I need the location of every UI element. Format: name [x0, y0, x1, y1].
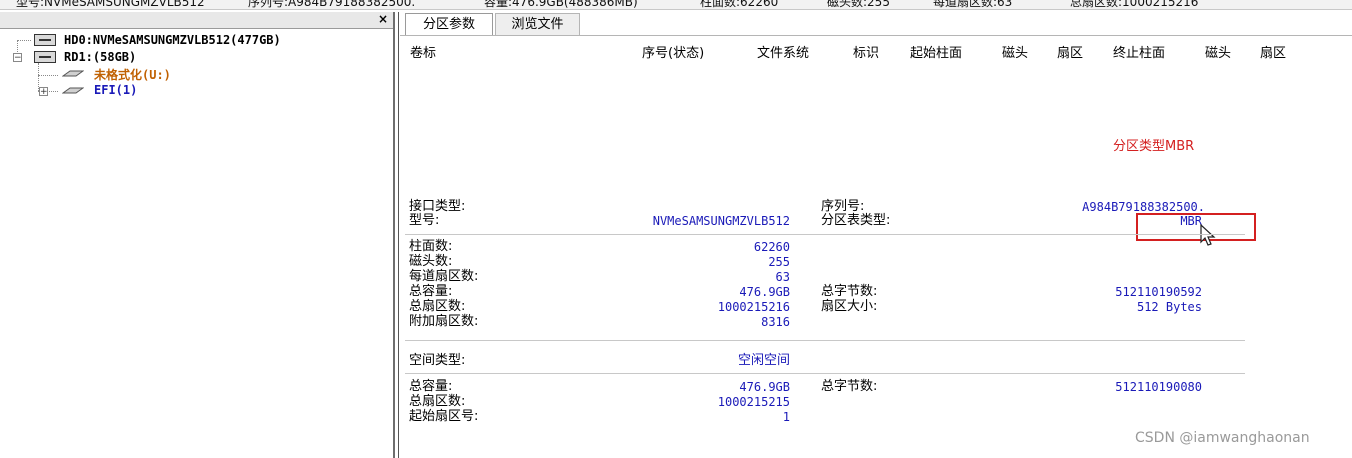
- column-header-volume[interactable]: 卷标: [410, 42, 436, 61]
- partition-table-type-value: MBR: [1180, 214, 1202, 228]
- column-header-index-status[interactable]: 序号(状态): [642, 42, 704, 61]
- heads-label: 磁头数:: [409, 254, 453, 269]
- start-sector-value: 1: [782, 410, 790, 424]
- partition-icon: [62, 87, 84, 94]
- cylinders-label: 柱面数:: [409, 239, 453, 254]
- disk-tree-pane: [0, 12, 395, 458]
- status-total-sectors: 总扇区数:1000215216: [1070, 0, 1199, 9]
- total-bytes-value: 512110190592: [1115, 285, 1202, 299]
- section-divider: [405, 340, 1245, 341]
- status-cylinders: 柱面数:62260: [700, 0, 779, 9]
- tree-item-efi[interactable]: EFI(1): [94, 83, 137, 97]
- sectors-per-track-value: 63: [775, 270, 790, 284]
- space-total-sectors-label: 总扇区数:: [409, 394, 466, 409]
- status-capacity: 容量:476.9GB(488386MB): [484, 0, 638, 9]
- tab-divider: [400, 35, 1352, 36]
- model-value: NVMeSAMSUNGMZVLB512: [652, 214, 790, 228]
- column-header-start-head[interactable]: 磁头: [1002, 42, 1028, 61]
- status-heads: 磁头数:255: [827, 0, 890, 9]
- close-pane-icon[interactable]: ×: [376, 12, 390, 26]
- total-sectors-label: 总扇区数:: [409, 299, 466, 314]
- annotation-label: 分区类型MBR: [1113, 139, 1195, 154]
- section-divider: [405, 234, 1245, 235]
- space-total-bytes-value: 512110190080: [1115, 380, 1202, 394]
- total-capacity-label: 总容量:: [409, 284, 453, 299]
- space-capacity-value: 476.9GB: [739, 380, 790, 394]
- watermark: CSDN @iamwanghaonan: [1135, 430, 1310, 446]
- total-sectors-value: 1000215216: [717, 300, 790, 314]
- space-total-bytes-label: 总字节数:: [821, 379, 878, 394]
- heads-value: 255: [768, 255, 790, 269]
- space-total-sectors-value: 1000215215: [717, 395, 790, 409]
- total-capacity-value: 476.9GB: [739, 285, 790, 299]
- status-serial: 序列号:A984B79188382500.: [248, 0, 416, 9]
- extra-sectors-label: 附加扇区数:: [409, 314, 479, 329]
- column-header-end-cylinder[interactable]: 终止柱面: [1113, 42, 1165, 61]
- column-header-filesystem[interactable]: 文件系统: [757, 42, 809, 61]
- status-sectors-per-track: 每道扇区数:63: [933, 0, 1013, 9]
- cylinders-value: 62260: [753, 240, 790, 254]
- collapse-icon[interactable]: −: [13, 53, 22, 63]
- column-header-end-head[interactable]: 磁头: [1205, 42, 1231, 61]
- extra-sectors-value: 8316: [761, 315, 790, 329]
- tree-item-unformatted-u[interactable]: 未格式化(U:): [94, 66, 171, 83]
- sector-size-value: 512 Bytes: [1136, 300, 1202, 314]
- space-type-value: 空闲空间: [737, 353, 790, 368]
- sector-size-label: 扇区大小:: [821, 299, 878, 314]
- mouse-cursor-icon: [1200, 224, 1216, 246]
- tree-guide-line: [17, 40, 31, 41]
- start-sector-label: 起始扇区号:: [409, 409, 479, 424]
- interface-type-label: 接口类型:: [409, 199, 466, 214]
- column-header-end-sector[interactable]: 扇区: [1260, 42, 1286, 61]
- total-bytes-label: 总字节数:: [821, 284, 878, 299]
- partition-table-type-label: 分区表类型:: [821, 213, 891, 228]
- status-bar: 型号:NVMeSAMSUNGMZVLB512 序列号:A984B79188382…: [0, 0, 1352, 10]
- tree-pane-header: [0, 12, 393, 29]
- tree-guide-line: [38, 75, 58, 76]
- model-label: 型号:: [409, 213, 440, 228]
- section-divider: [405, 373, 1245, 374]
- space-type-label: 空间类型:: [409, 353, 466, 368]
- serial-label: 序列号:: [821, 199, 865, 214]
- sectors-per-track-label: 每道扇区数:: [409, 269, 479, 284]
- partition-icon: [62, 70, 84, 77]
- tree-item-hd0[interactable]: HD0:NVMeSAMSUNGMZVLB512(477GB): [64, 33, 281, 47]
- space-capacity-label: 总容量:: [409, 379, 453, 394]
- serial-value: A984B79188382500.: [1082, 200, 1205, 214]
- column-header-id[interactable]: 标识: [853, 42, 879, 61]
- hard-disk-icon: [34, 51, 56, 63]
- expand-icon[interactable]: +: [39, 87, 48, 97]
- column-header-start-cylinder[interactable]: 起始柱面: [910, 42, 962, 61]
- hard-disk-icon: [34, 34, 56, 46]
- tree-item-rd1[interactable]: RD1:(58GB): [64, 50, 136, 64]
- status-model: 型号:NVMeSAMSUNGMZVLB512: [16, 0, 205, 9]
- tab-browse-files[interactable]: 浏览文件: [495, 13, 580, 35]
- column-header-start-sector[interactable]: 扇区: [1057, 42, 1083, 61]
- tab-partition-params[interactable]: 分区参数: [405, 13, 493, 35]
